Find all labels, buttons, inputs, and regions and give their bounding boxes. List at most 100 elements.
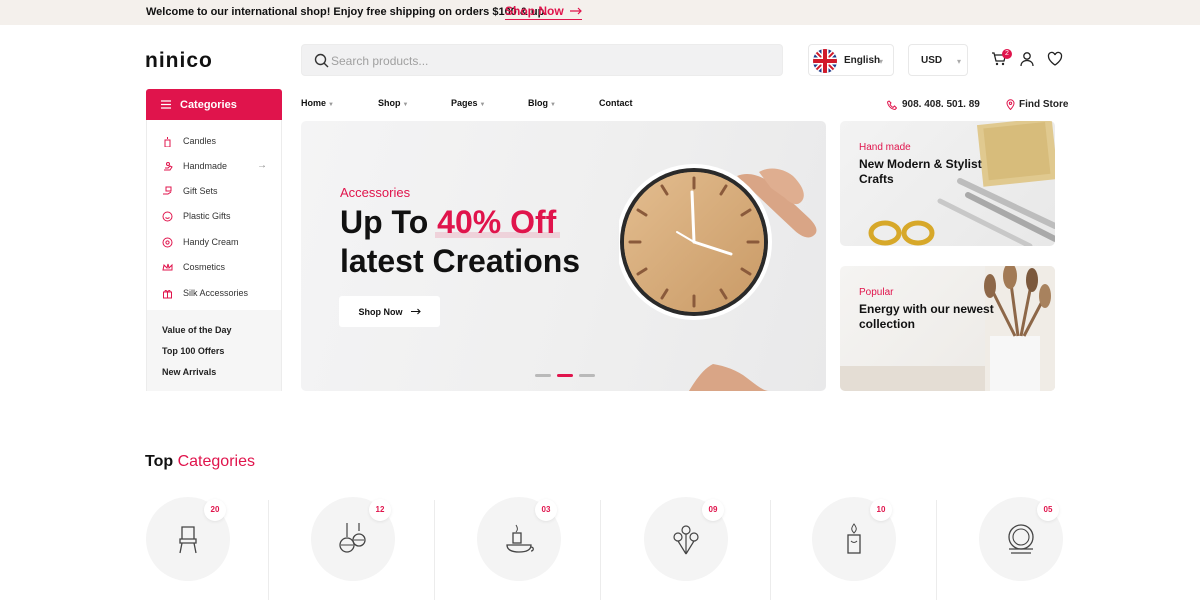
find-store-label: Find Store [1019,99,1069,110]
phone-link[interactable]: 908. 408. 501. 89 [887,99,980,110]
category-divider [600,500,601,600]
heart-icon[interactable] [1047,51,1063,67]
category-divider [770,500,771,600]
hero-headline-line-2: latest Creations [340,243,581,279]
hero-shop-now-button[interactable]: Shop Now [339,296,440,327]
top-100-offers-link[interactable]: Top 100 Offers [162,346,224,356]
currency-label: USD [921,55,943,66]
category-item-handmade[interactable]: Handmade → [162,158,277,174]
user-icon[interactable] [1019,51,1035,67]
top-categories-title-accent: Categories [177,453,255,470]
hero-headline-line-1: Up To 40% Off [340,204,556,241]
top-category-card[interactable]: 20 [146,497,230,581]
find-store-link[interactable]: Find Store [1006,99,1068,110]
top-categories-title-main: Top [145,453,174,470]
banner-tag: Hand made [859,142,911,153]
category-label: Plastic Gifts [183,211,231,221]
candle-icon [164,136,171,147]
category-item-gift-sets[interactable]: Gift Sets [162,183,277,199]
arrow-right-icon: → [257,160,267,171]
categories-list: Candles Handmade → Gift Sets Plastic Gif… [146,120,282,391]
top-category-card[interactable]: 03 [477,497,561,581]
category-item-silk-accessories[interactable]: Silk Accessories [162,285,277,301]
banner-tag: Popular [859,287,894,298]
hero-button-label: Shop Now [358,306,403,317]
category-count-badge: 05 [1037,499,1059,521]
cart-count-badge: 2 [1002,49,1012,59]
banner-title: New Modern & Stylist Crafts [859,157,982,186]
crown-icon [162,263,173,270]
slider-dot-active[interactable] [557,374,573,377]
nav-shop[interactable]: Shop ▼ [378,98,408,108]
slider-dot[interactable] [535,374,551,377]
top-category-card[interactable]: 12 [311,497,395,581]
search-icon[interactable] [314,53,329,68]
banner-title: Energy with our newest collection [859,302,994,331]
slider-dot[interactable] [579,374,595,377]
slider-pagination [535,374,595,377]
wall-clock-image [619,164,817,391]
chevron-down-icon: ▾ [878,57,883,66]
announcement-text: Welcome to our international shop! Enjoy… [146,6,548,18]
category-count-badge: 12 [369,499,391,521]
new-arrivals-link[interactable]: New Arrivals [162,367,216,377]
chevron-down-icon: ▼ [402,102,409,108]
nav-pages[interactable]: Pages ▼ [451,98,485,108]
currency-selector[interactable]: USD ▾ [908,44,968,76]
nav-contact-label: Contact [599,98,633,108]
top-category-card[interactable]: 05 [979,497,1063,581]
nav-blog-label: Blog [528,98,548,108]
nav-blog[interactable]: Blog ▼ [528,98,556,108]
nav-pages-label: Pages [451,98,478,108]
promo-banner-handmade[interactable]: Hand made New Modern & Stylist Crafts [840,121,1055,246]
top-categories-heading: Top Categories [145,453,255,471]
category-count-badge: 03 [535,499,557,521]
topbar-shop-now-link[interactable]: Shop Now [505,4,582,20]
category-count-badge: 20 [204,499,226,521]
phone-number: 908. 408. 501. 89 [902,99,980,110]
category-item-candles[interactable]: Candles [162,133,277,149]
gift-hand-icon [163,186,172,194]
map-pin-icon [1006,99,1015,110]
value-of-the-day-link[interactable]: Value of the Day [162,325,232,335]
site-logo[interactable]: ninico [145,49,213,73]
top-category-card[interactable]: 10 [812,497,896,581]
category-divider [268,500,269,600]
arrow-right-icon [410,308,421,315]
cream-icon [162,237,173,247]
flowers-icon [673,525,699,555]
chevron-down-icon: ▼ [479,102,486,108]
promo-banner-popular[interactable]: Popular Energy with our newest collectio… [840,266,1055,391]
category-item-handy-cream[interactable]: Handy Cream [162,234,277,250]
nav-contact[interactable]: Contact [599,98,633,108]
chevron-down-icon: ▼ [328,102,334,108]
language-selector[interactable]: English ▾ [808,44,894,76]
category-count-badge: 10 [870,499,892,521]
chevron-down-icon: ▾ [956,57,961,66]
search-input[interactable]: Search products... [331,54,428,68]
category-divider [434,500,435,600]
category-count-badge: 09 [702,499,724,521]
plates-icon [1008,524,1034,554]
category-label: Handmade [183,161,228,171]
category-label: Handy Cream [183,237,239,247]
search-bar[interactable]: Search products... [301,44,783,76]
announcement-bar: Welcome to our international shop! Enjoy… [0,0,1200,25]
smile-icon [162,211,173,221]
top-category-card[interactable]: 09 [644,497,728,581]
hero-subtitle: Accessories [340,185,411,200]
phone-icon [887,99,897,110]
nav-home-label: Home [301,98,327,108]
category-item-cosmetics[interactable]: Cosmetics [162,259,277,275]
candle-holder-icon [506,524,534,553]
uk-flag-icon [813,49,837,73]
gift-box-icon [163,289,172,298]
category-label: Candles [183,136,217,146]
category-item-plastic-gifts[interactable]: Plastic Gifts [162,208,277,224]
category-label: Cosmetics [183,262,226,272]
nav-home[interactable]: Home ▼ [301,98,334,108]
ornaments-icon [339,523,366,553]
category-label: Gift Sets [183,186,218,196]
hero-slider: Accessories Up To 40% Off latest Creatio… [301,121,826,391]
categories-toggle[interactable]: Categories [146,89,282,120]
